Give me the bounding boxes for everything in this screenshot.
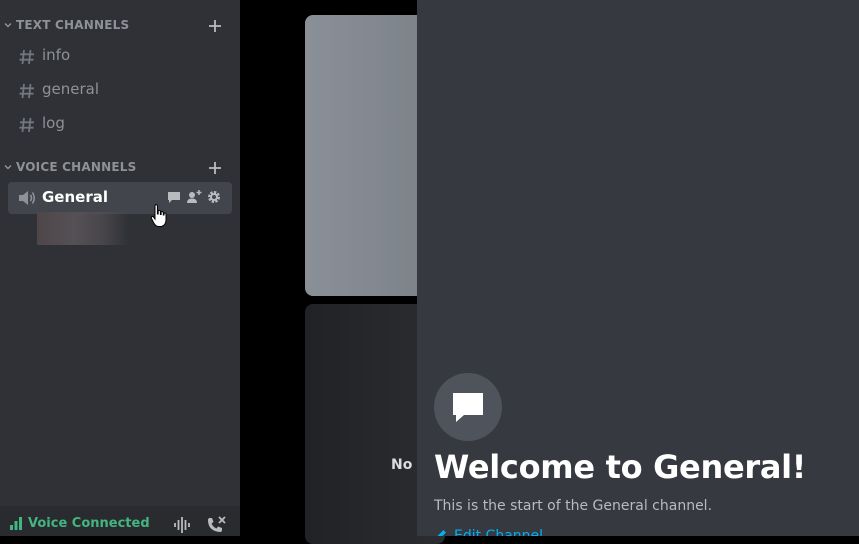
voice-channels-category[interactable]: VOICE CHANNELS — [0, 159, 240, 179]
voice-channels-label: VOICE CHANNELS — [16, 160, 137, 174]
add-user-icon[interactable] — [186, 189, 202, 205]
voice-connected-status[interactable]: Voice Connected — [28, 516, 150, 531]
hash-icon — [19, 83, 34, 99]
voice-channel-general[interactable]: General — [8, 182, 232, 214]
channel-general[interactable]: general — [8, 74, 232, 106]
chat-bubble-icon[interactable] — [166, 189, 182, 205]
edit-channel-link[interactable]: Edit Channel — [434, 528, 543, 536]
text-channels-label: TEXT CHANNELS — [16, 18, 130, 32]
channel-label: info — [42, 46, 71, 64]
soundwave-icon[interactable] — [173, 516, 193, 534]
chevron-down-icon — [4, 23, 12, 28]
plus-icon[interactable] — [207, 160, 223, 176]
chevron-down-icon — [4, 165, 12, 170]
channel-log[interactable]: log — [8, 108, 232, 140]
voice-connection-panel: Voice Connected — [0, 506, 240, 536]
chat-panel: Welcome to General! This is the start of… — [417, 0, 859, 536]
speaker-icon — [19, 191, 36, 205]
gear-icon[interactable] — [206, 189, 222, 205]
hand-cursor-icon — [150, 204, 167, 227]
hash-icon — [19, 117, 34, 133]
signal-bars-icon — [10, 517, 22, 530]
hangup-icon[interactable] — [205, 516, 227, 536]
plus-icon[interactable] — [207, 18, 223, 34]
hash-icon — [19, 49, 34, 65]
welcome-title: Welcome to General! — [434, 448, 807, 486]
chat-bubble-icon — [434, 373, 502, 441]
text-channels-category[interactable]: TEXT CHANNELS — [0, 17, 240, 37]
pencil-icon — [437, 530, 446, 536]
voice-participant[interactable] — [37, 212, 129, 245]
voice-channel-label: General — [42, 188, 108, 206]
voice-channel-actions — [166, 189, 228, 207]
welcome-subtitle: This is the start of the General channel… — [434, 498, 713, 514]
channel-label: log — [42, 114, 65, 132]
channel-sidebar: TEXT CHANNELS info general log VOICE CHA… — [0, 0, 240, 536]
edit-channel-label: Edit Channel — [454, 528, 544, 536]
channel-info[interactable]: info — [8, 40, 232, 72]
channel-label: general — [42, 80, 100, 98]
